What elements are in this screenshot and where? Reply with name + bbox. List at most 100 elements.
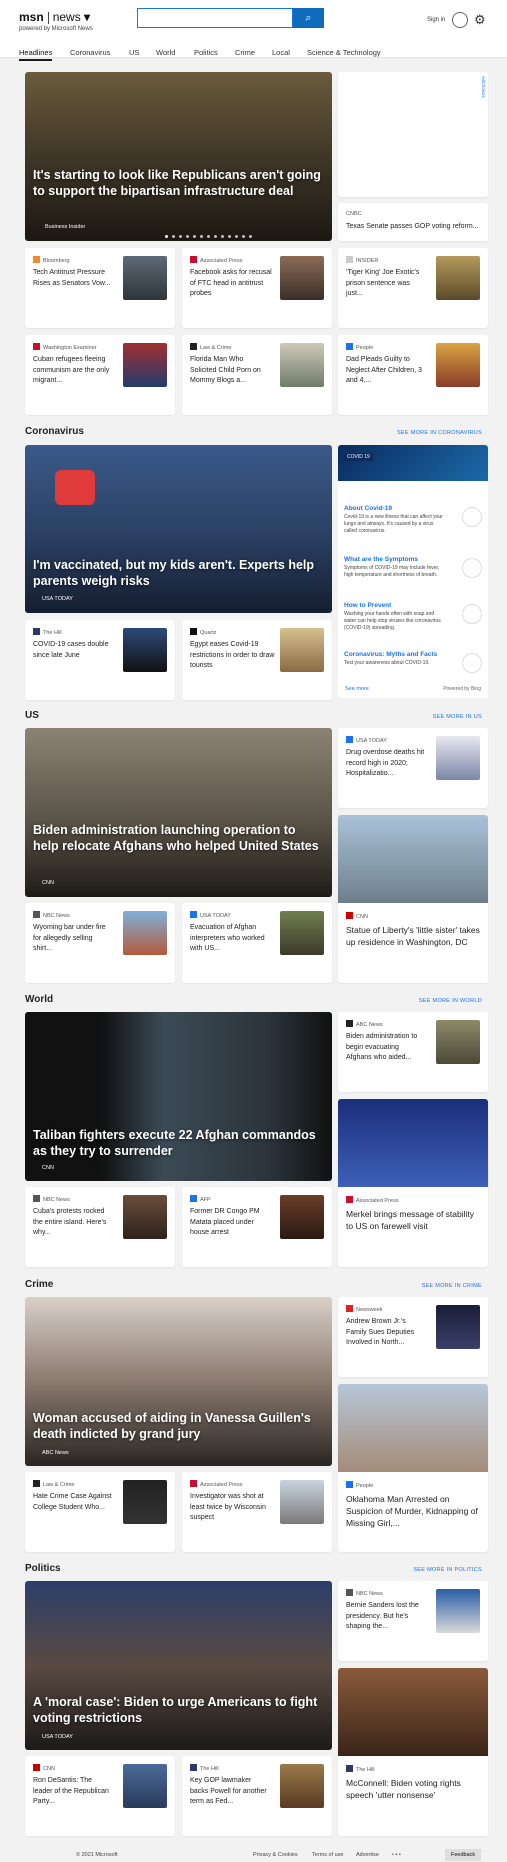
news-card[interactable]: USA TODAY Evacuation of Afghan interpret…	[182, 903, 332, 983]
card-source: Law & Crime	[33, 1480, 74, 1488]
feedback-button[interactable]: Feedback	[445, 1849, 482, 1861]
politics-hero[interactable]: A 'moral case': Biden to urge Americans …	[25, 1581, 332, 1750]
news-card[interactable]: USA TODAY Drug overdose deaths hit recor…	[338, 728, 488, 808]
card-thumbnail	[280, 911, 324, 955]
news-card[interactable]: Associated Press Facebook asks for recus…	[182, 248, 332, 328]
card-image	[338, 815, 488, 903]
card-source: CNN	[346, 912, 368, 920]
handwash-icon	[462, 604, 482, 624]
tab-world[interactable]: World	[156, 48, 175, 57]
news-card[interactable]: NBC News Cuba's protests rocked the enti…	[25, 1187, 175, 1267]
news-card[interactable]: CNN Ron DeSantis: The leader of the Repu…	[25, 1756, 175, 1836]
card-thumbnail	[123, 1480, 167, 1524]
news-card[interactable]: Law & Crime Florida Man Who Solicited Ch…	[182, 335, 332, 415]
hero-source: CNN	[42, 880, 54, 886]
card-source: Bloomberg	[33, 256, 70, 264]
card-image	[338, 1668, 488, 1756]
msn-logo[interactable]: msn news ▾	[19, 10, 90, 24]
avatar-icon[interactable]	[452, 12, 468, 28]
card-source: CNBC	[346, 211, 362, 217]
tab-us[interactable]: US	[129, 48, 139, 57]
covid-item-prevent[interactable]: How to Prevent Washing your hands often w…	[344, 602, 482, 632]
card-source: The Hill	[33, 628, 62, 636]
ad-card[interactable]: AdChoices	[338, 72, 488, 197]
covid-item-about[interactable]: About Covid-19 Covid-19 is a new illness …	[344, 505, 482, 535]
us-hero[interactable]: Biden administration launching operation…	[25, 728, 332, 897]
tab-politics[interactable]: Politics	[194, 48, 218, 57]
card-source: CNN	[33, 1764, 55, 1772]
section-heading: Coronavirus	[25, 426, 84, 437]
card-thumbnail	[123, 256, 167, 300]
quiz-icon	[462, 653, 482, 673]
gear-icon[interactable]: ⚙	[474, 12, 486, 28]
covid-item-myths[interactable]: Coronavirus: Myths and Facts Test your aw…	[344, 651, 482, 673]
news-card[interactable]: NBC News Bernie Sanders lost the preside…	[338, 1581, 488, 1661]
card-title: Tech Antitrust Pressure Rises as Senator…	[33, 269, 111, 287]
see-more-link[interactable]: SEE MORE IN US	[380, 714, 482, 720]
news-card[interactable]: Associated Press Merkel brings message o…	[338, 1099, 488, 1267]
news-card[interactable]: ABC News Biden administration to begin e…	[338, 1012, 488, 1092]
advertise-link[interactable]: Advertise	[356, 1852, 379, 1858]
tab-coronavirus[interactable]: Coronavirus	[70, 48, 110, 57]
news-card[interactable]: CNBC Texas Senate passes GOP voting refo…	[338, 203, 488, 241]
news-card[interactable]: Newsweek Andrew Brown Jr.'s Family Sues …	[338, 1297, 488, 1377]
news-card[interactable]: NBC News Wyoming bar under fire for alle…	[25, 903, 175, 983]
tab-crime[interactable]: Crime	[235, 48, 255, 57]
news-card[interactable]: People Oklahoma Man Arrested on Suspicio…	[338, 1384, 488, 1552]
terms-link[interactable]: Terms of use	[312, 1852, 343, 1858]
see-more-link[interactable]: SEE MORE IN CORONAVIRUS	[380, 430, 482, 436]
card-title: Bernie Sanders lost the presidency. But …	[346, 1602, 419, 1630]
card-source: People	[346, 1481, 373, 1489]
adchoices-label[interactable]: AdChoices	[481, 76, 486, 98]
tab-headlines[interactable]: Headlines	[19, 48, 53, 61]
card-thumbnail	[436, 1589, 480, 1633]
news-card[interactable]: Quartz Egypt eases Covid-19 restrictions…	[182, 620, 332, 700]
search-button[interactable]: ⌕	[293, 8, 324, 28]
footer: © 2021 Microsoft Privacy & Cookies Terms…	[0, 1849, 507, 1862]
world-hero[interactable]: Taliban fighters execute 22 Afghan comma…	[25, 1012, 332, 1181]
coronavirus-hero[interactable]: I'm vaccinated, but my kids aren't. Expe…	[25, 445, 332, 613]
search-input[interactable]	[137, 8, 293, 28]
carousel-dots[interactable]	[165, 235, 252, 238]
card-thumbnail	[436, 256, 480, 300]
news-card[interactable]: Washington Examiner Cuban refugees fleei…	[25, 335, 175, 415]
card-source: The Hill	[190, 1764, 219, 1772]
see-more-link[interactable]: SEE MORE IN CRIME	[380, 1283, 482, 1289]
card-title: Merkel brings message of stability to US…	[346, 1209, 475, 1231]
card-thumbnail	[436, 343, 480, 387]
more-options[interactable]: • • •	[392, 1852, 401, 1858]
news-card[interactable]: INSIDER 'Tiger King' Joe Exotic's prison…	[338, 248, 488, 328]
card-thumbnail	[123, 1764, 167, 1808]
news-card[interactable]: The Hill COVID-19 cases double since lat…	[25, 620, 175, 700]
card-source: INSIDER	[346, 256, 378, 264]
news-card[interactable]: The Hill McConnell: Biden voting rights …	[338, 1668, 488, 1836]
see-more-link[interactable]: SEE MORE IN POLITICS	[380, 1567, 482, 1573]
crime-hero[interactable]: Woman accused of aiding in Vanessa Guill…	[25, 1297, 332, 1466]
card-source: Newsweek	[346, 1305, 383, 1313]
card-source: USA TODAY	[346, 736, 387, 744]
privacy-link[interactable]: Privacy & Cookies	[253, 1852, 298, 1858]
covid-item-symptoms[interactable]: What are the Symptoms Symptoms of COVID-1…	[344, 556, 482, 579]
covid-info-panel: COVID 19 About Covid-19 Covid-19 is a new…	[338, 445, 488, 698]
news-card[interactable]: People Dad Pleads Guilty to Neglect Afte…	[338, 335, 488, 415]
see-more-link[interactable]: SEE MORE IN WORLD	[380, 998, 482, 1004]
card-source: Law & Crime	[190, 343, 231, 351]
card-title: COVID-19 cases double since late June	[33, 641, 109, 659]
tab-local[interactable]: Local	[272, 48, 290, 57]
tab-science-technology[interactable]: Science & Technology	[307, 48, 381, 57]
news-card[interactable]: CNN Statue of Liberty's 'little sister' …	[338, 815, 488, 983]
top-hero[interactable]: It's starting to look like Republicans a…	[25, 72, 332, 241]
card-title: Andrew Brown Jr.'s Family Sues Deputies …	[346, 1318, 415, 1346]
card-title: Evacuation of Afghan interpreters who wo…	[190, 924, 265, 952]
covid-see-more[interactable]: See more	[345, 686, 369, 692]
news-card[interactable]: AFP Former DR Congo PM Matata placed und…	[182, 1187, 332, 1267]
card-source: Quartz	[190, 628, 217, 636]
news-card[interactable]: The Hill Key GOP lawmaker backs Powell f…	[182, 1756, 332, 1836]
powered-by-bing: Powered by Bing	[443, 686, 481, 692]
news-card[interactable]: Associated Press Investigator was shot a…	[182, 1472, 332, 1552]
news-card[interactable]: Bloomberg Tech Antitrust Pressure Rises …	[25, 248, 175, 328]
hero-title: It's starting to look like Republicans a…	[33, 168, 321, 198]
card-thumbnail	[436, 1020, 480, 1064]
news-card[interactable]: Law & Crime Hate Crime Case Against Coll…	[25, 1472, 175, 1552]
sign-in-link[interactable]: Sign in	[427, 17, 445, 23]
